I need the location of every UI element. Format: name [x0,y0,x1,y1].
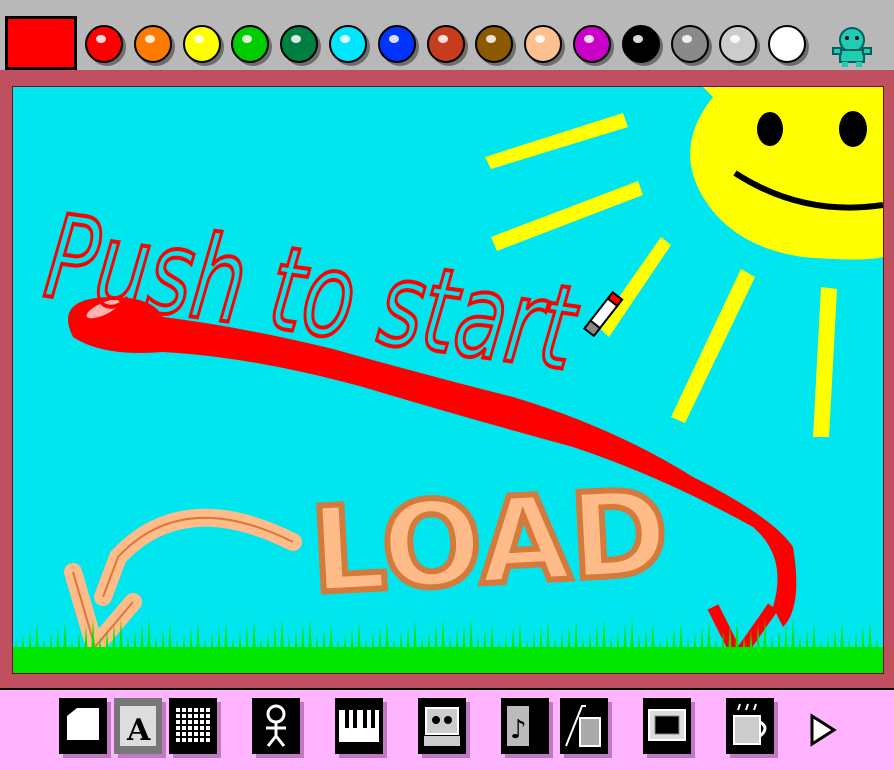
palette-color-1[interactable] [85,25,123,63]
next-arrow-button[interactable] [806,698,840,754]
palette-color-5[interactable] [280,25,319,63]
palette-color-8[interactable] [426,25,465,63]
character-tool[interactable] [252,698,300,754]
current-color-swatch [8,19,74,67]
palette-color-15[interactable] [768,25,807,63]
stamp-character-icon[interactable] [827,22,877,68]
color-palette-bar [0,0,894,70]
palette-color-11[interactable] [573,25,611,63]
palette-color-3[interactable] [182,25,221,63]
canvas-frame: Push to start LOAD [0,70,894,688]
orange-arrow-drawing [64,508,302,656]
text-tool[interactable]: A [114,698,162,754]
coffee-cup-tool[interactable] [726,698,774,754]
palette-color-6[interactable] [329,25,367,63]
palette-color-9[interactable] [475,25,514,63]
palette-color-7[interactable] [377,25,416,63]
drawing-canvas[interactable]: Push to start LOAD [12,86,884,674]
palette-color-10[interactable] [524,25,563,63]
palette-color-12[interactable] [621,25,660,63]
current-color-indicator [5,16,77,70]
palette-color-2[interactable] [133,25,172,63]
svg-text:♪: ♪ [510,715,527,745]
robot-tool[interactable] [418,698,466,754]
load-text: LOAD [307,463,671,620]
palette-color-4[interactable] [231,25,270,63]
tool-bar: A ♪ [0,688,894,770]
monitor-tool[interactable] [643,698,691,754]
new-page-tool[interactable] [59,698,107,754]
palette-color-14[interactable] [719,25,758,63]
piano-tool[interactable] [335,698,383,754]
music-tool[interactable]: ♪ [501,698,549,754]
palette-color-13[interactable] [670,25,709,63]
eraser-tool[interactable] [560,698,608,754]
svg-text:A: A [126,713,151,748]
grid-tool[interactable] [169,698,217,754]
